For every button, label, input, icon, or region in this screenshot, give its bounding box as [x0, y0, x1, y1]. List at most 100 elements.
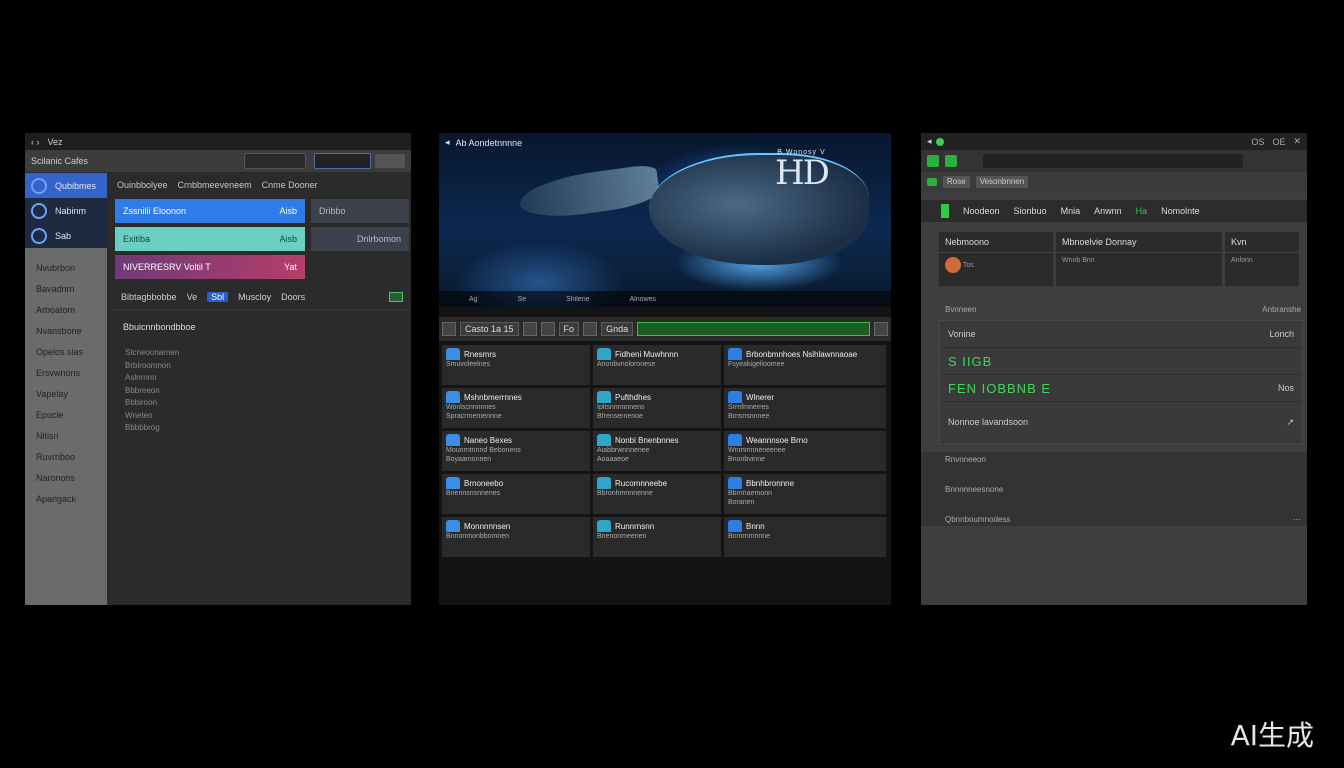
filter-icon[interactable] — [583, 322, 598, 336]
card-blue[interactable]: Zssnilii Eloonon Aisb — [115, 199, 305, 223]
card-purple[interactable]: NIVERRESRV Voltil T Yat — [115, 255, 305, 279]
list-row[interactable]: Vonine Lonch — [940, 321, 1302, 348]
refresh-icon[interactable] — [540, 322, 555, 336]
search-input[interactable] — [314, 153, 371, 169]
sidebar-link[interactable]: Ruvrnboo — [25, 447, 107, 468]
media-grid-cell[interactable]: Fidheni Muwhnnn Anonbvnoloronese — [593, 345, 721, 385]
sidebar-link[interactable]: Epucle — [25, 405, 107, 426]
lower-section: Rnvnneeon Bnnnnneesnone Qbnnboumnodess ⋯ — [921, 452, 1307, 526]
sidebar-link[interactable]: Arboatom — [25, 300, 107, 321]
nav-item-active[interactable]: Ha — [1135, 206, 1148, 216]
home-icon[interactable] — [927, 155, 939, 167]
info-card[interactable]: Mbnoelvie Donnay Wnnb Bnn — [1056, 232, 1222, 286]
sidebar-link[interactable]: Vapelay — [25, 384, 107, 405]
back-arrow-icon[interactable]: ◂ — [927, 136, 932, 147]
sidebar-link[interactable]: Nitisn — [25, 426, 107, 447]
right-titlebar: ◂ OS OE ✕ — [921, 133, 1307, 150]
subbar-item[interactable]: Doors — [281, 292, 305, 302]
card-label: NIVERRESRV Voltil T — [123, 262, 211, 272]
media-grid-cell[interactable]: Bnnn Bnmrnmnnne — [724, 517, 886, 557]
link-icon[interactable]: ↗ — [1286, 417, 1294, 428]
sidebar-link[interactable]: Aparlgack — [25, 489, 107, 510]
eye-icon[interactable] — [945, 155, 957, 167]
media-grid: Rnesmrs Smuvoleelnes Fidheni Muwhnnn Anonbv… — [439, 341, 891, 557]
tab-2[interactable]: Vesonbnnen — [975, 176, 1029, 188]
menu-icon[interactable] — [442, 322, 456, 336]
subbar-chevron[interactable]: Ve — [187, 292, 198, 302]
toggle-icon[interactable] — [389, 292, 403, 302]
media-grid-cell[interactable]: Pufthdhes Ipltsnnnnnnens Bfrensernenoe — [593, 388, 721, 428]
info-card[interactable]: Kvn Anlonn — [1225, 232, 1299, 286]
cell-subtitle: Bnenonmeenen — [597, 533, 647, 540]
nav-item[interactable]: Mnia — [1061, 206, 1081, 216]
cell-title: Runnrnsnn — [615, 522, 655, 532]
media-grid-cell[interactable]: Bbnhbronnne Bbrnnaemonn Boranen — [724, 474, 886, 514]
nav-item[interactable]: Nomolnte — [1161, 206, 1200, 216]
sidebar-link[interactable]: Bavadnrn — [25, 279, 107, 300]
subbar-pill[interactable]: Sbl — [207, 292, 229, 302]
expand-icon[interactable] — [874, 322, 888, 336]
list-row[interactable]: S IIGB — [940, 348, 1302, 375]
hero-banner[interactable]: ◂ Ab Aondetnnnne B Wonosy V HD Ag Se Shil… — [439, 133, 891, 307]
media-grid-cell[interactable]: Naneo Bexes Mounrntnnnd Bebonens Boyaamonn… — [442, 431, 590, 471]
settings-icon[interactable] — [522, 322, 537, 336]
thumbnail-icon — [728, 434, 742, 446]
cell-subtitle: Bnennsnsnnenes — [446, 490, 501, 497]
mode-select[interactable]: Fo — [558, 322, 580, 336]
sidebar-link[interactable]: Naronons — [25, 468, 107, 489]
toolbar-label: Scilanic Cafes — [31, 156, 89, 166]
media-grid-cell[interactable]: Runnrnsnn Bnenonmeenen — [593, 517, 721, 557]
media-grid-cell[interactable]: Weannnsoe Brno Wnrnmnneneenee Bnonbvinne — [724, 431, 886, 471]
info-card-body: Wnnb Bnn — [1062, 257, 1095, 264]
tab-2[interactable]: Crnbbmeeveneem — [178, 180, 252, 190]
sidebar-item-2[interactable]: Nabinm — [25, 198, 107, 223]
subbar-item[interactable]: Muscloy — [238, 292, 271, 302]
list-row[interactable]: FEN IOBBNB E Nos — [940, 375, 1302, 402]
tab-1[interactable]: Rose — [943, 176, 970, 188]
sidebar-item-1[interactable]: Qubibmes — [25, 173, 107, 198]
media-grid-cell[interactable]: Monnnnnsen Bnnonmonbbomnen — [442, 517, 590, 557]
media-grid-cell[interactable]: Rucomnneebe Bbronhmnnnenne — [593, 474, 721, 514]
media-grid-cell[interactable]: Rnesmrs Smuvoleelnes — [442, 345, 590, 385]
nav-item[interactable]: Anwnn — [1094, 206, 1122, 216]
sidebar-link[interactable]: Nvansbone — [25, 321, 107, 342]
tab-3[interactable]: Cnme Dooner — [262, 180, 318, 190]
sidebar-link[interactable]: Nvubrbon — [25, 258, 107, 279]
card-tag: Yat — [284, 262, 297, 272]
card-gray-2[interactable]: Dnlrbomon — [311, 227, 409, 251]
back-arrow-icon[interactable]: ◂ — [445, 137, 450, 148]
window-control[interactable]: OE — [1272, 137, 1285, 147]
row-label: Nonnoe lavandsoon — [948, 417, 1029, 427]
media-grid-cell[interactable]: Nonbi Bnenbnnes Aiabbrwnnnenee Aoaaaeoe — [593, 431, 721, 471]
tab-1[interactable]: Ouinbbolyee — [117, 180, 168, 190]
list-row[interactable]: Bnnnnneesnone — [921, 482, 1307, 496]
list-row[interactable]: Nonnoe lavandsoon ↗ — [940, 402, 1302, 443]
range-select[interactable]: Gnda — [601, 322, 634, 336]
source-select[interactable]: Casto 1a 15 — [460, 322, 519, 336]
sidebar-link[interactable]: Ersvwnons — [25, 363, 107, 384]
card-teal[interactable]: Exitiba Aisb — [115, 227, 305, 251]
cell-subtitle: Bnonbvinne — [728, 456, 765, 463]
nav-item[interactable]: Noodeon — [963, 206, 1000, 216]
address-field[interactable] — [244, 153, 306, 169]
media-grid-cell[interactable]: Brbonbmnhoes Nsihlawnnaoae Fsyeakigelioom… — [724, 345, 886, 385]
cell-subtitle: Bbronhmnnnenne — [597, 490, 653, 497]
media-grid-cell[interactable]: Mshnbmerrnnes Wonlscnnnnnes Spracrmemennne — [442, 388, 590, 428]
progress-bar[interactable] — [637, 322, 870, 336]
toolbar-button[interactable] — [375, 154, 405, 168]
card-label: Exitiba — [123, 234, 151, 244]
more-icon[interactable]: ⋯ — [1293, 515, 1301, 524]
card-gray[interactable]: Dribbo — [311, 199, 409, 223]
media-grid-cell[interactable]: Brnoneebo Bnennsnsnnenes — [442, 474, 590, 514]
close-icon[interactable]: ✕ — [1293, 136, 1301, 147]
media-grid-cell[interactable]: Wlnerer Srrnfmnerres Brnsnsnnnee — [724, 388, 886, 428]
info-card[interactable]: Nebmoono Tos — [939, 232, 1053, 286]
nav-item[interactable]: Sionbuo — [1014, 206, 1047, 216]
list-row[interactable]: Qbnnboumnodess ⋯ — [921, 512, 1307, 526]
media-controls: Casto 1a 15 Fo Gnda — [439, 317, 891, 341]
sidebar-item-3[interactable]: Sab — [25, 223, 107, 248]
back-arrow-icon[interactable]: ‹ › — [31, 137, 40, 147]
sidebar-link[interactable]: Opelos sias — [25, 342, 107, 363]
window-control[interactable]: OS — [1251, 137, 1264, 147]
search-input[interactable] — [983, 154, 1243, 168]
